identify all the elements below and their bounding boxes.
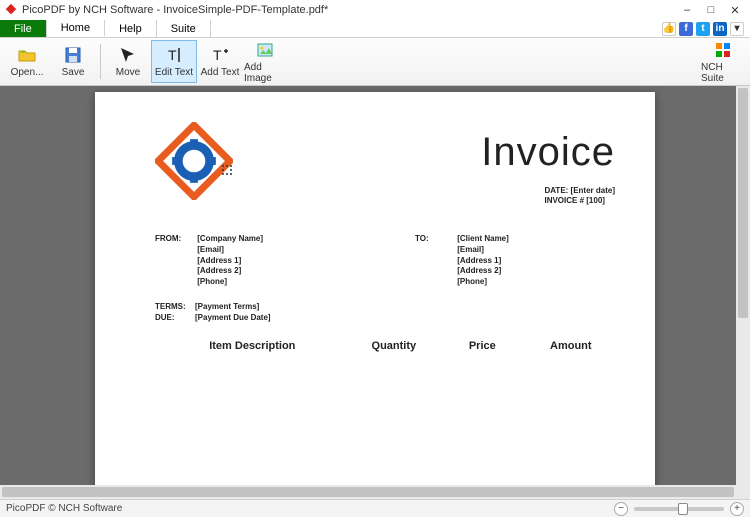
zoom-in-button[interactable]: + [730, 502, 744, 516]
horizontal-scrollbar[interactable] [0, 485, 750, 499]
zoom-slider[interactable] [634, 507, 724, 511]
zoom-slider-knob[interactable] [678, 503, 688, 515]
add-image-label: Add Image [244, 62, 288, 84]
open-icon [17, 45, 37, 65]
terms-label: TERMS: [155, 302, 195, 313]
due-label: DUE: [155, 313, 195, 324]
toolbar-separator [100, 44, 101, 79]
svg-text:T: T [168, 47, 177, 63]
col-item-description: Item Description [155, 340, 350, 352]
add-image-button[interactable]: Add Image [243, 40, 289, 83]
zoom-out-button[interactable]: − [614, 502, 628, 516]
horizontal-scroll-thumb[interactable] [2, 487, 734, 497]
to-values: [Client Name] [Email] [Address 1] [Addre… [457, 234, 509, 288]
terms-block[interactable]: TERMS:[Payment Terms] DUE:[Payment Due D… [155, 302, 271, 324]
invoice-heading[interactable]: Invoice [481, 130, 615, 175]
status-copyright: PicoPDF © NCH Software [6, 503, 122, 514]
from-label: FROM: [155, 234, 195, 245]
save-label: Save [62, 67, 85, 78]
add-text-button[interactable]: T Add Text [197, 40, 243, 83]
add-text-label: Add Text [201, 67, 240, 78]
window-title: PicoPDF by NCH Software - InvoiceSimple-… [22, 4, 680, 16]
menu-help[interactable]: Help [105, 20, 157, 37]
pdf-page[interactable]: Invoice DATE: [Enter date] INVOICE # [10… [95, 92, 655, 485]
app-icon [4, 3, 18, 17]
edit-text-icon: T [164, 45, 184, 65]
logo-graphic[interactable] [155, 122, 233, 202]
save-button[interactable]: Save [50, 40, 96, 83]
more-icon[interactable]: ▾ [730, 22, 744, 36]
document-canvas[interactable]: Invoice DATE: [Enter date] INVOICE # [10… [0, 86, 750, 485]
terms-value: [Payment Terms] [195, 302, 259, 311]
menu-file[interactable]: File [0, 20, 47, 37]
col-quantity: Quantity [350, 340, 438, 352]
invoice-meta[interactable]: DATE: [Enter date] INVOICE # [100] [544, 186, 615, 207]
menu-bar: File Home Help Suite 👍 f t in ▾ [0, 20, 750, 38]
to-label: TO: [415, 234, 455, 245]
nch-suite-icon [713, 40, 733, 60]
from-block[interactable]: FROM: [Company Name] [Email] [Address 1]… [155, 234, 263, 288]
due-value: [Payment Due Date] [195, 313, 271, 322]
linkedin-icon[interactable]: in [713, 22, 727, 36]
status-bar: PicoPDF © NCH Software − + [0, 499, 750, 517]
social-icons: 👍 f t in ▾ [662, 20, 750, 37]
selection-handle-icon[interactable] [221, 164, 233, 179]
zoom-control: − + [614, 502, 744, 516]
date-line: DATE: [Enter date] [544, 186, 615, 196]
column-headers[interactable]: Item Description Quantity Price Amount [155, 340, 615, 352]
edit-text-button[interactable]: T Edit Text [151, 40, 197, 83]
facebook-icon[interactable]: f [679, 22, 693, 36]
open-button[interactable]: Open... [4, 40, 50, 83]
add-image-icon [256, 40, 276, 60]
like-icon[interactable]: 👍 [662, 22, 676, 36]
move-label: Move [116, 67, 140, 78]
toolbar: Open... Save Move T Edit Text T Add T [0, 38, 750, 86]
vertical-scroll-thumb[interactable] [738, 88, 748, 318]
invoice-num-line: INVOICE # [100] [544, 196, 615, 206]
svg-text:T: T [213, 47, 222, 63]
open-label: Open... [11, 67, 44, 78]
save-icon [63, 45, 83, 65]
from-values: [Company Name] [Email] [Address 1] [Addr… [197, 234, 263, 288]
nch-suite-label: NCH Suite [701, 62, 745, 84]
move-button[interactable]: Move [105, 40, 151, 83]
minimize-button[interactable]: – [680, 3, 694, 17]
edit-text-label: Edit Text [155, 67, 193, 78]
menu-home[interactable]: Home [47, 20, 105, 37]
move-icon [118, 45, 138, 65]
nch-suite-button[interactable]: NCH Suite [700, 40, 746, 83]
maximize-button[interactable]: □ [704, 3, 718, 17]
col-price: Price [438, 340, 526, 352]
menu-suite[interactable]: Suite [157, 20, 211, 37]
title-bar: PicoPDF by NCH Software - InvoiceSimple-… [0, 0, 750, 20]
to-block[interactable]: TO: [Client Name] [Email] [Address 1] [A… [415, 234, 509, 288]
add-text-icon: T [210, 45, 230, 65]
close-button[interactable]: ✕ [728, 3, 742, 17]
col-amount: Amount [527, 340, 615, 352]
twitter-icon[interactable]: t [696, 22, 710, 36]
vertical-scrollbar[interactable] [736, 86, 750, 485]
